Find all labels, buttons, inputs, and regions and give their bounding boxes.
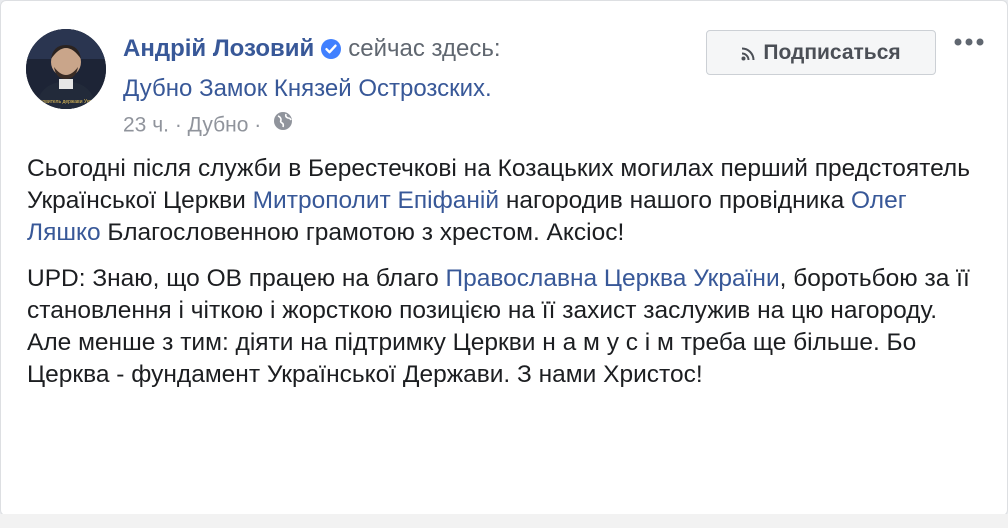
post-text: UPD: Знаю, що ОВ працею на благо — [27, 265, 446, 292]
checkin-place-link[interactable]: Дубно Замок Князей Острозских. — [123, 73, 492, 105]
post-paragraph-1: Сьогодні після служби в Берестечкові на … — [27, 153, 987, 249]
follow-button[interactable]: Подписаться — [706, 30, 936, 75]
mention-link-church[interactable]: Православна Церква України — [446, 265, 780, 292]
globe-icon[interactable] — [273, 111, 293, 139]
meta-separator: · — [174, 113, 182, 137]
post-header: Андрій Лозовий сейчас здесь: — [123, 33, 501, 69]
post-card: Вдохновитель держави Українок Андрій Лоз… — [0, 0, 1008, 516]
post-text: нагородив нашого провідника — [499, 187, 852, 214]
avatar-photo: Вдохновитель держави Українок — [26, 29, 106, 109]
post-paragraph-2: UPD: Знаю, що ОВ працею на благо Правосл… — [27, 263, 987, 391]
author-name-link[interactable]: Андрій Лозовий — [123, 35, 314, 62]
meta-separator: · — [254, 113, 262, 137]
post-image-edge — [0, 514, 1008, 528]
post-meta: 23 ч. · Дубно · — [123, 111, 293, 139]
post-body: Сьогодні після служби в Берестечкові на … — [27, 153, 987, 405]
checkin-action-text: сейчас здесь: — [348, 35, 501, 62]
follow-button-label: Подписаться — [763, 41, 901, 64]
avatar[interactable]: Вдохновитель держави Українок — [26, 29, 106, 109]
post-timestamp-link[interactable]: 23 ч. — [123, 113, 169, 136]
rss-icon — [741, 33, 755, 76]
post-location-link[interactable]: Дубно — [188, 113, 249, 136]
verified-badge-icon — [320, 37, 342, 69]
post-text: Благословенною грамотою з хрестом. Аксіо… — [100, 219, 625, 246]
more-dots-icon[interactable] — [949, 27, 989, 57]
mention-link-epifaniy[interactable]: Митрополит Епіфаній — [253, 187, 499, 214]
avatar-caption: Вдохновитель держави Українок — [28, 99, 104, 105]
